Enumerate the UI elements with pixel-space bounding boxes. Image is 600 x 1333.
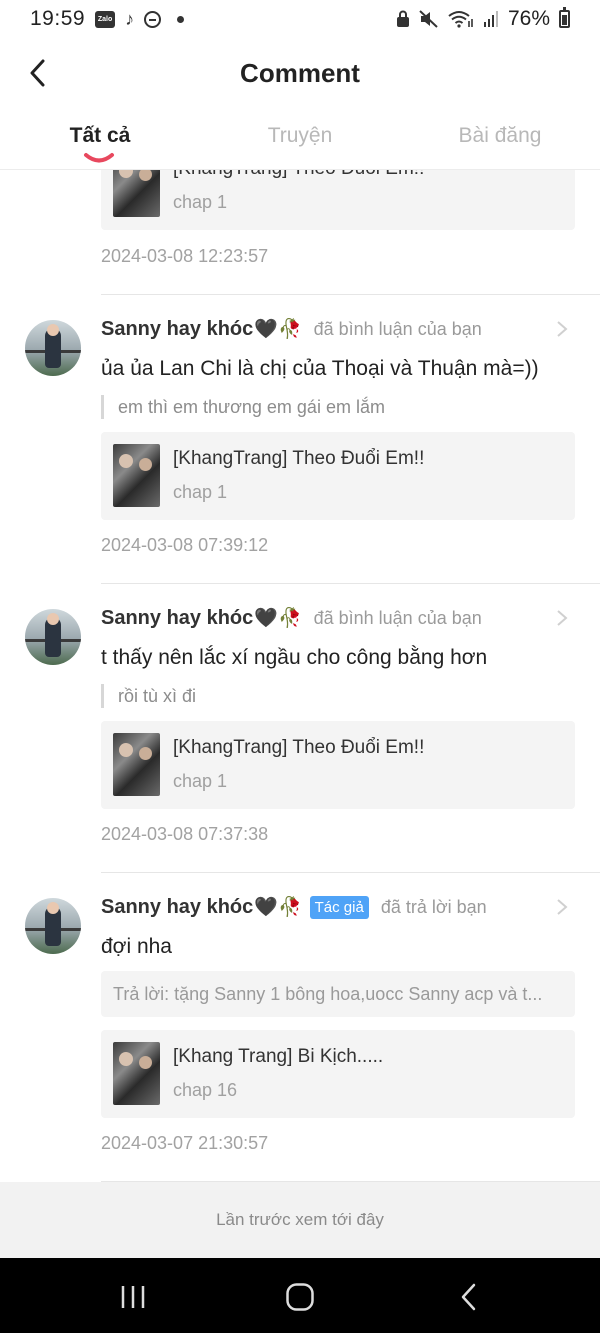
nav-back-button[interactable] <box>448 1280 488 1314</box>
active-tab-indicator <box>84 153 114 163</box>
story-chapter: chap 1 <box>173 192 228 212</box>
home-icon <box>286 1283 314 1311</box>
avatar[interactable] <box>25 320 81 376</box>
comment-text: đợi nha <box>101 935 172 958</box>
action-text: đã trả lời bạn <box>380 896 487 917</box>
notification-list[interactable]: [KhangTrang] Theo Đuổi Em!! chap 1 2024-… <box>0 170 600 1182</box>
story-title: [KhangTrang] Theo Đuổi Em!! <box>173 737 425 758</box>
story-thumbnail <box>113 170 160 217</box>
user-name[interactable]: Sanny hay khóc <box>101 607 253 630</box>
notification-header: Sanny hay khóc 🖤🥀 Tác giả đã trả lời bạn <box>101 895 487 919</box>
chevron-right-icon <box>557 321 568 337</box>
timestamp: 2024-03-07 21:30:57 <box>101 1133 269 1153</box>
story-card[interactable]: [KhangTrang] Theo Đuổi Em!! chap 1 <box>101 432 575 520</box>
story-chapter: chap 1 <box>173 482 228 502</box>
story-chapter: chap 1 <box>173 771 228 791</box>
notification-dot-icon <box>177 15 185 23</box>
story-card[interactable]: [Khang Trang] Bi Kịch..... chap 16 <box>101 1030 575 1118</box>
action-text: đã bình luận của bạn <box>313 607 482 628</box>
signal-icon <box>483 10 499 28</box>
quoted-comment: rồi tù xì đi <box>101 684 196 708</box>
story-title: [Khang Trang] Bi Kịch..... <box>173 1046 384 1067</box>
author-badge: Tác giả <box>309 895 369 919</box>
tiktok-icon: ♪ <box>125 8 135 29</box>
battery-percent: 76% <box>507 7 550 30</box>
zalo-icon: Zalo <box>95 10 116 28</box>
avatar[interactable] <box>25 898 81 954</box>
name-emoji: 🖤🥀 <box>254 897 302 918</box>
notification-header: Sanny hay khóc 🖤🥀 đã bình luận của bạn <box>101 317 482 341</box>
divider <box>101 294 600 295</box>
story-title: [KhangTrang] Theo Đuổi Em!! <box>173 448 425 469</box>
comment-text: t thấy nên lắc xí ngầu cho công bằng hơn <box>101 646 488 669</box>
story-title: [KhangTrang] Theo Đuổi Em!! <box>173 170 424 180</box>
tab-stories[interactable]: Truyện <box>200 108 400 169</box>
battery-icon <box>559 7 570 28</box>
chevron-left-icon <box>30 59 45 87</box>
back-icon <box>461 1283 476 1311</box>
recents-button[interactable] <box>113 1280 153 1314</box>
recents-icon <box>121 1286 145 1308</box>
comment-text: ủa ủa Lan Chi là chị của Thoại và Thuận … <box>101 357 539 380</box>
quoted-comment: em thì em thương em gái em lắm <box>101 395 385 419</box>
lock-icon <box>396 10 410 28</box>
name-emoji: 🖤🥀 <box>254 608 302 629</box>
tab-all[interactable]: Tất cả <box>0 108 200 169</box>
do-not-disturb-icon <box>144 10 162 28</box>
timestamp: 2024-03-08 07:39:12 <box>101 535 269 555</box>
reply-preview[interactable]: Trả lời: tặng Sanny 1 bông hoa,uocc Sann… <box>101 971 575 1017</box>
tab-label: Tất cả <box>69 124 131 147</box>
page-title: Comment <box>240 57 360 88</box>
tab-label: Bài đăng <box>458 124 542 147</box>
timestamp: 2024-03-08 07:37:38 <box>101 824 269 844</box>
chevron-right-icon <box>557 899 568 915</box>
user-name[interactable]: Sanny hay khóc <box>101 318 253 341</box>
story-thumbnail <box>113 733 160 796</box>
name-emoji: 🖤🥀 <box>254 319 302 340</box>
mute-icon <box>419 10 439 28</box>
tab-posts[interactable]: Bài đăng <box>400 108 600 169</box>
divider <box>101 872 600 873</box>
story-thumbnail <box>113 444 160 507</box>
divider <box>101 583 600 584</box>
story-card[interactable]: [KhangTrang] Theo Đuổi Em!! chap 1 <box>101 170 575 230</box>
notification-header: Sanny hay khóc 🖤🥀 đã bình luận của bạn <box>101 606 482 630</box>
action-text: đã bình luận của bạn <box>313 318 482 339</box>
story-card[interactable]: [KhangTrang] Theo Đuổi Em!! chap 1 <box>101 721 575 809</box>
wifi-icon <box>448 10 474 28</box>
status-bar: 19:59 Zalo ♪ 76% <box>0 0 600 38</box>
chevron-right-icon <box>557 610 568 626</box>
header: Comment <box>0 38 600 108</box>
story-thumbnail <box>113 1042 160 1105</box>
user-name[interactable]: Sanny hay khóc <box>101 896 253 919</box>
timestamp: 2024-03-08 12:23:57 <box>101 246 269 266</box>
system-nav-bar <box>0 1258 600 1333</box>
last-seen-marker: Lần trước xem tới đây <box>0 1182 600 1258</box>
back-button[interactable] <box>22 56 52 90</box>
tab-label: Truyện <box>267 124 333 147</box>
home-button[interactable] <box>280 1280 320 1314</box>
tab-bar: Tất cả Truyện Bài đăng <box>0 108 600 170</box>
story-chapter: chap 16 <box>173 1080 238 1100</box>
avatar[interactable] <box>25 609 81 665</box>
status-time: 19:59 <box>30 7 86 30</box>
